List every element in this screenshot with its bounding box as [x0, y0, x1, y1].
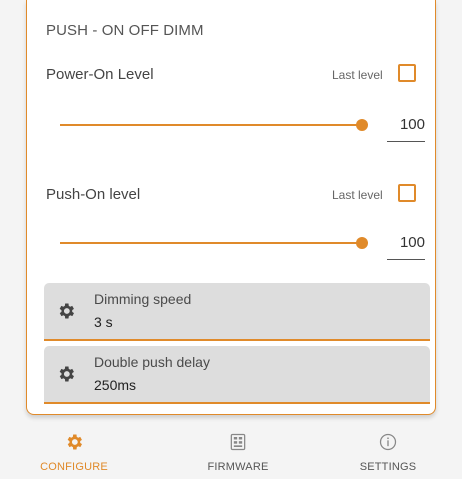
- app-frame: PUSH - ON OFF DIMM Power-On Level Last l…: [0, 0, 462, 479]
- double-push-delay-label: Double push delay: [94, 354, 210, 370]
- dimming-speed-value: 3 s: [94, 314, 113, 330]
- push-on-slider-track[interactable]: [60, 242, 362, 244]
- power-on-value-input[interactable]: 100: [387, 113, 425, 142]
- nav-firmware[interactable]: FIRMWARE: [178, 424, 298, 479]
- dimming-speed-field[interactable]: Dimming speed 3 s: [44, 283, 430, 341]
- push-on-value-input[interactable]: 100: [387, 231, 425, 260]
- push-on-label: Push-On level: [46, 186, 141, 203]
- nav-settings-label: SETTINGS: [359, 461, 417, 473]
- gear-icon: [59, 303, 74, 319]
- power-on-slider-thumb[interactable]: [356, 119, 368, 131]
- nav-settings[interactable]: SETTINGS: [328, 424, 448, 479]
- bottom-navigation: CONFIGURE FIRMWARE SETTINGS: [0, 424, 462, 479]
- power-on-slider-track[interactable]: [60, 124, 362, 126]
- double-push-delay-field[interactable]: Double push delay 250ms: [44, 346, 430, 404]
- nav-configure[interactable]: CONFIGURE: [14, 424, 134, 479]
- gear-icon: [59, 366, 74, 382]
- nav-configure-label: CONFIGURE: [40, 461, 108, 473]
- section-title: PUSH - ON OFF DIMM: [46, 22, 204, 39]
- info-icon: [379, 433, 397, 451]
- double-push-delay-value: 250ms: [94, 377, 137, 393]
- firmware-icon: [230, 433, 246, 451]
- push-on-last-level-label: Last level: [332, 188, 383, 202]
- push-on-last-level-checkbox[interactable]: [398, 184, 416, 202]
- gear-icon: [67, 434, 82, 450]
- power-on-last-level-checkbox[interactable]: [398, 64, 416, 82]
- power-on-label: Power-On Level: [46, 66, 154, 83]
- power-on-last-level-label: Last level: [332, 68, 383, 82]
- dimming-speed-label: Dimming speed: [94, 291, 192, 307]
- push-on-slider-thumb[interactable]: [356, 237, 368, 249]
- nav-firmware-label: FIRMWARE: [207, 461, 269, 473]
